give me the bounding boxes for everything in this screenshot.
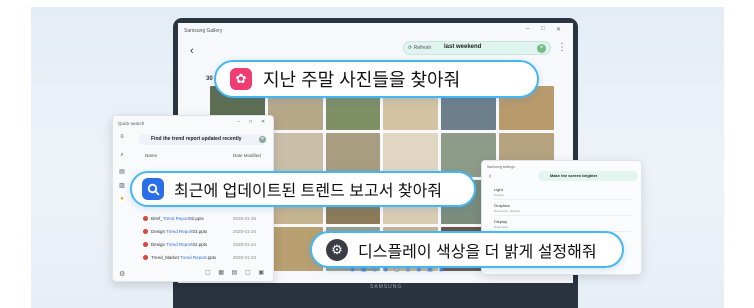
column-date[interactable]: Date Modified bbox=[233, 153, 261, 158]
table-row[interactable]: Brief_Trend Report02.pptx 2025-01-26 bbox=[143, 216, 267, 222]
refresh-button[interactable]: ⟳ Refresh bbox=[408, 45, 431, 51]
menu-icon[interactable]: ≡ bbox=[118, 134, 126, 142]
settings-item[interactable]: Graphics Resolution, Refresh bbox=[494, 203, 520, 213]
settings-item[interactable]: Display Brightness bbox=[494, 219, 508, 229]
settings-item[interactable]: Light Display bbox=[494, 187, 504, 197]
divider bbox=[494, 199, 634, 200]
close-icon[interactable]: × bbox=[259, 136, 266, 143]
report-prompt-bubble: 최근에 업데이트된 트렌드 보고서 찾아줘 bbox=[130, 171, 476, 207]
window-title: Samsung Gallery bbox=[184, 28, 223, 34]
prompt-text: 디스플레이 색상을 더 밝게 설정해줘 bbox=[358, 243, 597, 261]
pptx-file-icon bbox=[143, 229, 148, 235]
table-row[interactable]: Trend_Market Trend Report.pptx 2025-01-2… bbox=[143, 255, 267, 261]
pptx-file-icon bbox=[143, 216, 148, 222]
view-toggle-bar[interactable]: ▢ ▦ ▤ ▢ ▣ bbox=[205, 269, 267, 276]
column-name[interactable]: Name bbox=[145, 153, 157, 158]
prompt-text: 최근에 업데이트된 트렌드 보고서 찾아줘 bbox=[174, 183, 443, 200]
pptx-file-icon bbox=[143, 242, 148, 248]
search-query: last weekend bbox=[444, 44, 482, 50]
date-header: 30 bbox=[206, 76, 213, 82]
brand-logo: SAMSUNG bbox=[370, 284, 403, 290]
table-row[interactable]: Design Trend Report03.pptx 2025-01-25 bbox=[143, 229, 267, 235]
star-icon[interactable]: ● bbox=[118, 196, 126, 204]
gear-icon[interactable]: ⚙ bbox=[119, 270, 125, 278]
close-button[interactable]: ✕ bbox=[261, 119, 265, 125]
settings-search-input[interactable]: Make the screen brighter bbox=[538, 171, 638, 181]
table-header: Name Date Modified bbox=[145, 153, 265, 158]
gallery-flower-icon: ✿ bbox=[230, 68, 252, 90]
window-title: Samsung settings bbox=[487, 165, 515, 169]
side-rail: ≡ ⌕ ▤ ▨ ● bbox=[113, 130, 131, 280]
maximize-button[interactable]: □ bbox=[249, 119, 252, 125]
chevron-left-icon[interactable]: ‹ bbox=[190, 45, 194, 57]
gallery-search-bar[interactable]: ⟳ Refresh last weekend × bbox=[403, 41, 551, 55]
search-icon[interactable]: ⌕ bbox=[118, 152, 126, 160]
minimize-button[interactable]: – bbox=[237, 119, 240, 125]
minimize-button[interactable]: – bbox=[526, 26, 529, 32]
pptx-file-icon bbox=[143, 255, 148, 261]
photos-prompt-bubble: ✿ 지난 주말 사진들을 찾아줘 bbox=[214, 60, 539, 98]
divider bbox=[494, 215, 634, 216]
display-prompt-bubble: ⚙ 디스플레이 색상을 더 밝게 설정해줘 bbox=[310, 231, 624, 268]
document-icon[interactable]: ▤ bbox=[118, 168, 126, 176]
close-button[interactable]: ✕ bbox=[556, 26, 561, 33]
image-icon[interactable]: ▨ bbox=[118, 182, 126, 190]
more-vertical-icon[interactable]: ⋮ bbox=[557, 42, 567, 53]
prompt-text: 지난 주말 사진들을 찾아줘 bbox=[263, 70, 461, 90]
chevron-left-icon[interactable]: ‹ bbox=[489, 173, 491, 180]
search-icon bbox=[142, 178, 164, 200]
window-title: Quick search bbox=[118, 121, 145, 126]
table-row[interactable]: Design Trend Report02.pptx 2025-01-24 bbox=[143, 242, 267, 248]
close-icon[interactable]: × bbox=[537, 44, 546, 53]
quick-search-input[interactable]: Find the trend report updated recently × bbox=[139, 134, 267, 145]
gear-icon: ⚙ bbox=[326, 238, 348, 261]
maximize-button[interactable]: □ bbox=[541, 26, 545, 32]
